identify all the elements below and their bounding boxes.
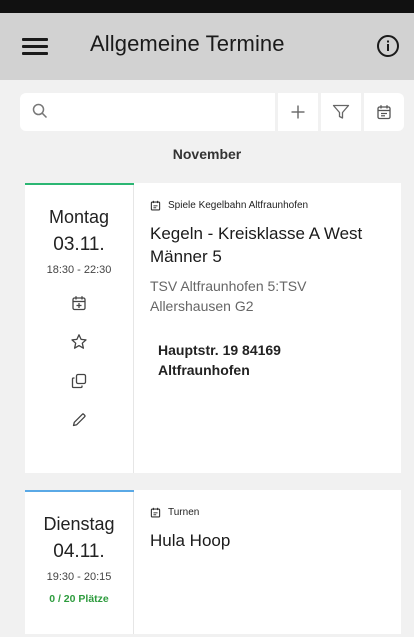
event-category: Spiele Kegelbahn Altfraunhofen xyxy=(150,200,401,211)
info-icon[interactable] xyxy=(376,34,400,58)
calendar-icon xyxy=(150,200,161,211)
event-category-label: Turnen xyxy=(168,507,200,518)
event-weekday: Montag xyxy=(48,207,110,227)
event-address: Hauptstr. 19 84169 Altfraunhofen xyxy=(158,342,281,378)
event-actions xyxy=(25,292,133,448)
event-content: Turnen Hula Hoop xyxy=(134,490,401,634)
status-bar xyxy=(0,0,414,13)
event-date: 04.11. xyxy=(53,541,105,562)
month-header: November xyxy=(172,146,242,162)
event-accent-bar xyxy=(25,490,134,492)
event-description: TSV Altfraunhofen 5:TSV Allershausen G2 xyxy=(150,278,307,314)
event-category-label: Spiele Kegelbahn Altfraunhofen xyxy=(168,200,309,211)
copy-icon[interactable] xyxy=(68,370,90,392)
calendar-view-button[interactable] xyxy=(364,93,404,131)
page-title: Allgemeine Termine xyxy=(90,31,285,56)
event-content: Spiele Kegelbahn Altfraunhofen Kegeln - … xyxy=(134,183,401,473)
search-icon xyxy=(32,103,48,119)
event-title: Hula Hoop xyxy=(150,531,231,550)
event-time: 19:30 - 20:15 xyxy=(46,571,112,583)
event-time: 18:30 - 22:30 xyxy=(46,264,112,276)
edit-pencil-icon[interactable] xyxy=(68,409,90,431)
calendar-icon xyxy=(150,507,161,518)
filter-button[interactable] xyxy=(321,93,361,131)
star-icon[interactable] xyxy=(68,331,90,353)
search-field[interactable] xyxy=(20,93,275,131)
app-bar: Allgemeine Termine xyxy=(0,13,414,80)
search-toolbar xyxy=(20,93,404,131)
calendar-add-icon[interactable] xyxy=(68,292,90,314)
event-date: 03.11. xyxy=(53,234,105,255)
event-weekday: Dienstag xyxy=(43,514,115,534)
add-event-button[interactable] xyxy=(278,93,318,131)
plus-icon xyxy=(291,105,305,119)
event-date-column: Dienstag 04.11. 19:30 - 20:15 0 / 20 Plä… xyxy=(25,490,134,634)
event-card[interactable]: Montag 03.11. 18:30 - 22:30 Spiele Kegel… xyxy=(25,183,401,473)
event-date-column: Montag 03.11. 18:30 - 22:30 xyxy=(25,183,134,473)
calendar-icon xyxy=(377,105,391,120)
event-spots: 0 / 20 Plätze xyxy=(49,593,109,605)
search-input[interactable] xyxy=(58,93,268,131)
filter-icon xyxy=(332,104,350,119)
event-title: Kegeln - Kreisklasse A West Männer 5 xyxy=(150,224,363,266)
event-category: Turnen xyxy=(150,507,401,518)
event-accent-bar xyxy=(25,183,134,185)
event-card[interactable]: Dienstag 04.11. 19:30 - 20:15 0 / 20 Plä… xyxy=(25,490,401,634)
menu-icon[interactable] xyxy=(22,35,48,59)
